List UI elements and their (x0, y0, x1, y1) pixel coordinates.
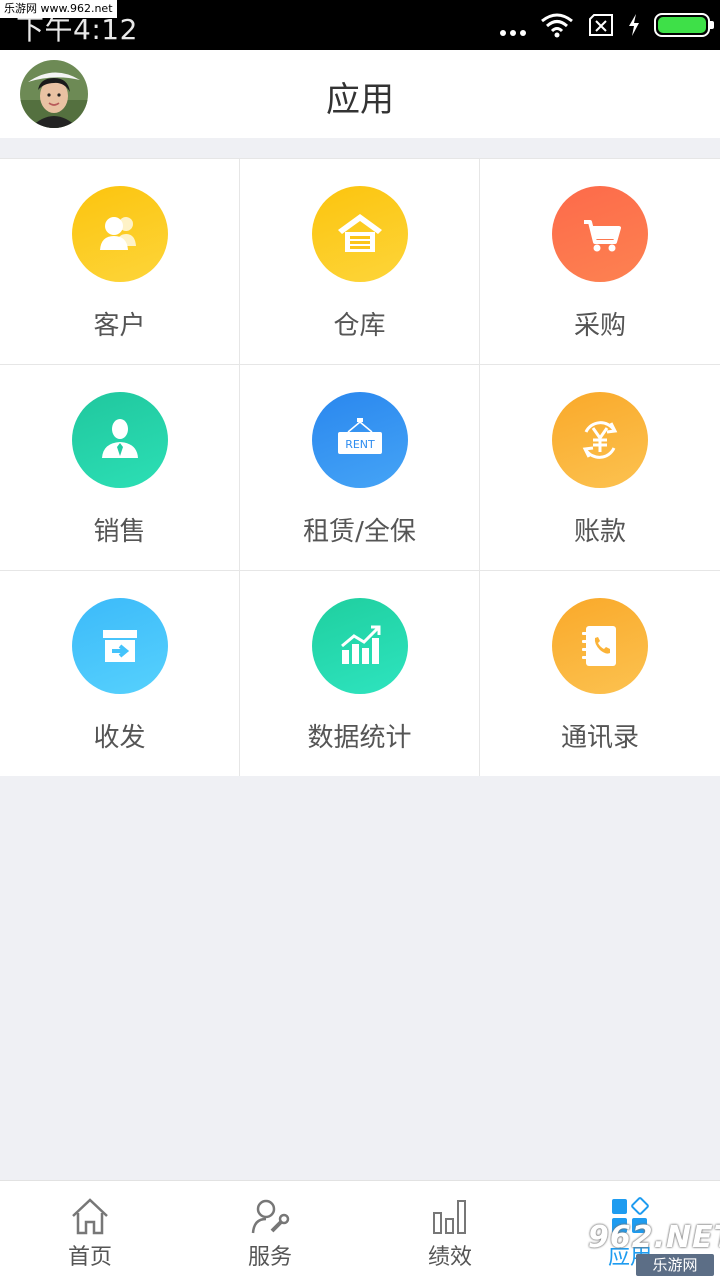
app-label: 通讯录 (560, 723, 639, 753)
contacts-book-icon (552, 598, 648, 694)
page-title: 应用 (326, 80, 394, 120)
customers-icon (71, 186, 168, 282)
app-label: 收发 (93, 723, 146, 753)
app-label: 采购 (573, 311, 626, 341)
app-tile-purchase[interactable]: 采购 (480, 159, 720, 364)
rent-sign-text: RENT (345, 438, 375, 451)
tab-performance[interactable]: 绩效 (360, 1181, 540, 1280)
app-tile-accounts[interactable]: 账款 (480, 365, 720, 570)
inbox-arrow-icon (71, 598, 168, 694)
app-label: 账款 (573, 517, 626, 547)
app-tile-customers[interactable]: 客户 (0, 159, 239, 364)
cart-icon (552, 186, 648, 282)
app-label: 仓库 (333, 311, 386, 341)
watermark-logo: 962.NET 乐游网 (582, 1220, 720, 1276)
app-header: 应用 (0, 50, 720, 138)
app-label: 客户 (93, 311, 146, 341)
tab-service[interactable]: 服务 (180, 1181, 360, 1280)
service-icon (251, 1199, 290, 1234)
app-tile-warehouse[interactable]: 仓库 (240, 159, 479, 364)
tab-home[interactable]: 首页 (0, 1181, 180, 1280)
watermark-top: 乐游网 www.962.net (0, 0, 117, 18)
bar-chart-icon (433, 1200, 466, 1234)
growth-chart-icon (311, 598, 408, 694)
app-tile-statistics[interactable]: 数据统计 (240, 571, 479, 776)
wifi-icon (541, 13, 573, 38)
no-sim-icon (589, 14, 613, 36)
tab-label: 绩效 (427, 1245, 472, 1270)
battery-icon (654, 13, 714, 37)
yen-cycle-icon (552, 392, 648, 488)
rent-sign-icon: RENT (311, 392, 408, 488)
home-icon (72, 1198, 108, 1235)
warehouse-icon (311, 186, 408, 282)
status-bar: 下午4:12 乐游网 www.962.net (0, 0, 720, 50)
status-icons (500, 10, 714, 40)
tab-label: 服务 (247, 1245, 292, 1270)
app-tile-shipping[interactable]: 收发 (0, 571, 239, 776)
watermark-text: 乐游网 (636, 1254, 714, 1276)
app-tile-contacts[interactable]: 通讯录 (480, 571, 720, 776)
app-grid: 客户 仓库 采购 销售 RENT 租赁/全保 账款 收发 数据统计 通讯录 (0, 158, 720, 776)
app-label: 数据统计 (307, 723, 412, 753)
app-tile-sales[interactable]: 销售 (0, 365, 239, 570)
app-tile-rental[interactable]: RENT 租赁/全保 (240, 365, 479, 570)
app-label: 租赁/全保 (303, 517, 416, 547)
tab-label: 首页 (67, 1245, 112, 1270)
charging-icon (629, 14, 639, 36)
app-label: 销售 (93, 517, 146, 547)
more-dots-icon (500, 10, 526, 40)
salesperson-icon (71, 392, 168, 488)
watermark-number: 962.NET (588, 1220, 720, 1255)
